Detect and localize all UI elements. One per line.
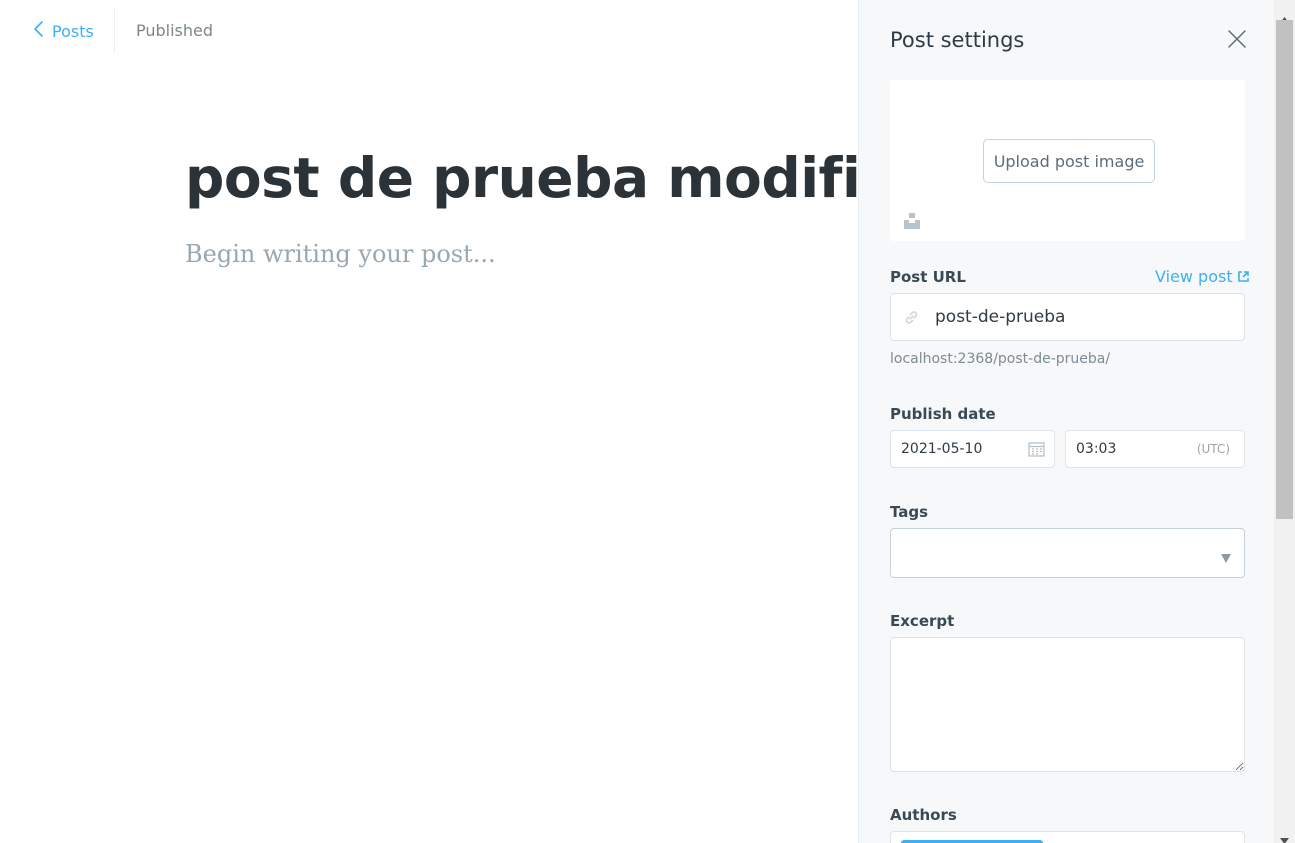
publish-date-input[interactable] <box>901 431 1021 467</box>
chevron-left-icon <box>32 20 46 42</box>
post-title[interactable]: post de prueba modificado <box>185 146 858 210</box>
view-post-link[interactable]: View post <box>1155 267 1249 286</box>
topbar-divider <box>114 9 115 53</box>
publish-date-field <box>890 430 1055 468</box>
external-link-icon <box>1237 267 1249 286</box>
excerpt-label: Excerpt <box>890 612 955 630</box>
unsplash-icon[interactable] <box>903 212 921 230</box>
publish-time-input[interactable] <box>1076 431 1176 467</box>
close-icon <box>1225 30 1249 55</box>
post-settings-panel: Post settings Upload post image Post URL… <box>858 0 1274 843</box>
post-image-uploader: Upload post image <box>890 80 1245 241</box>
upload-post-image-button[interactable]: Upload post image <box>983 139 1155 183</box>
publish-date-label: Publish date <box>890 405 996 423</box>
scroll-down-icon[interactable] <box>1280 829 1289 843</box>
scroll-up-icon[interactable] <box>1280 8 1289 23</box>
back-to-posts-link[interactable]: Posts <box>32 18 94 44</box>
post-url-field <box>890 293 1245 341</box>
post-url-label: Post URL <box>890 268 966 286</box>
link-icon <box>903 309 920 326</box>
authors-label: Authors <box>890 806 957 824</box>
post-body-editor[interactable]: Begin writing your post... <box>185 240 496 268</box>
post-slug-input[interactable] <box>935 294 1235 340</box>
panel-title: Post settings <box>890 28 1025 52</box>
app-root: Posts Published post de prueba modificad… <box>0 0 1295 843</box>
calendar-icon[interactable] <box>1028 441 1045 457</box>
publish-time-field: (UTC) <box>1065 430 1245 468</box>
excerpt-textarea[interactable] <box>890 637 1245 772</box>
authors-field[interactable] <box>890 831 1245 843</box>
post-status: Published <box>136 21 214 40</box>
editor-topbar: Posts Published <box>0 0 858 62</box>
view-post-label: View post <box>1155 267 1233 286</box>
caret-down-icon <box>1221 548 1231 563</box>
panel-scrollbar[interactable] <box>1274 0 1295 843</box>
timezone-label: (UTC) <box>1196 442 1230 456</box>
tags-select[interactable] <box>890 528 1245 578</box>
close-settings-button[interactable] <box>1225 27 1249 51</box>
tags-label: Tags <box>890 503 929 521</box>
post-url-preview: localhost:2368/post-de-prueba/ <box>890 351 1111 367</box>
scrollbar-thumb[interactable] <box>1276 20 1293 519</box>
back-link-label: Posts <box>52 21 94 41</box>
editor-area: Posts Published post de prueba modificad… <box>0 0 858 843</box>
